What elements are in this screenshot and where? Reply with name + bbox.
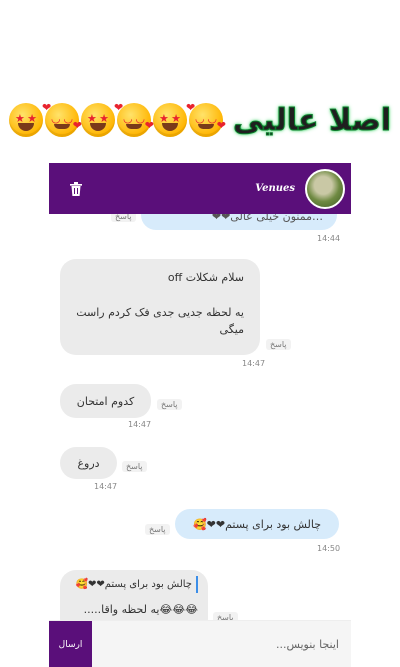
message-text: یه لحظه جدیی جدی فک کردم راست میگی	[76, 306, 244, 336]
message-text: …ممنون خیلی عالی❤❤	[211, 214, 323, 223]
hearts-face-emoji-icon: ◡ ◡ ❤ ❤	[186, 101, 226, 137]
message-time: 14:50	[317, 544, 341, 553]
message-list[interactable]: …ممنون خیلی عالی❤❤ پاسخ 14:44 سلام شکلات…	[49, 214, 351, 620]
reply-button[interactable]: پاسخ	[145, 524, 170, 535]
message-text: دروغ	[77, 456, 100, 470]
hearts-face-emoji-icon: ◡ ◡ ❤ ❤	[42, 101, 82, 137]
reply-button[interactable]: پاسخ	[266, 339, 291, 350]
message-time: 14:47	[94, 482, 118, 491]
star-eyes-emoji-icon: ★ ★	[80, 103, 115, 137]
star-eyes-emoji-icon: ★ ★	[152, 103, 187, 137]
message-bubble-incoming[interactable]: چالش بود برای پستم❤❤🥰 😂😂😂یه لحظه واقا...…	[60, 570, 208, 620]
reply-button[interactable]: پاسخ	[122, 461, 147, 472]
message-time: 14:44	[317, 234, 341, 243]
chat-header: Venues	[49, 163, 351, 214]
contact-name: Venues	[255, 183, 295, 194]
message-text: 😂😂😂یه لحظه واقا.....	[83, 603, 198, 616]
message-time: 14:47	[242, 359, 266, 368]
quoted-message[interactable]: چالش بود برای پستم❤❤🥰	[70, 576, 198, 593]
reply-button[interactable]: پاسخ	[213, 612, 238, 620]
hearts-face-emoji-icon: ◡ ◡ ❤ ❤	[114, 101, 154, 137]
message-bubble-incoming[interactable]: دروغ	[60, 447, 117, 479]
trash-icon-glyph	[70, 181, 82, 196]
chat-window: Venues …ممنون خیلی عالی❤❤ پاسخ 14:44 سلا…	[49, 163, 351, 667]
send-button[interactable]: ارسال	[49, 621, 92, 667]
message-input[interactable]	[92, 621, 351, 667]
caption-text: اصلا عالیی	[232, 102, 392, 138]
message-bubble-incoming[interactable]: کدوم امتحان	[60, 384, 151, 418]
message-text: کدوم امتحان	[76, 394, 135, 408]
caption-overlay: اصلا عالیی ★ ★ ◡ ◡ ❤ ❤ ★ ★ ◡ ◡ ❤ ❤ ★ ★ ◡ ◡ ❤ ❤	[0, 92, 400, 148]
message-text: سلام شکلات off	[167, 271, 244, 284]
reply-button[interactable]: پاسخ	[111, 214, 136, 222]
message-bubble-incoming[interactable]: سلام شکلات off یه لحظه جدیی جدی فک کردم …	[60, 259, 260, 355]
trash-icon[interactable]	[61, 174, 91, 204]
message-composer: ارسال	[49, 620, 351, 667]
message-text: چالش بود برای پستم❤❤🥰	[192, 517, 322, 531]
message-bubble-outgoing[interactable]: …ممنون خیلی عالی❤❤	[141, 214, 337, 230]
quoted-text: چالش بود برای پستم❤❤🥰	[75, 579, 192, 590]
reply-button[interactable]: پاسخ	[157, 399, 182, 410]
emoji-row: ★ ★ ◡ ◡ ❤ ❤ ★ ★ ◡ ◡ ❤ ❤ ★ ★ ◡ ◡ ❤ ❤	[8, 101, 226, 137]
star-eyes-emoji-icon: ★ ★	[8, 103, 43, 137]
header-contact[interactable]: Venues	[255, 168, 345, 209]
message-bubble-outgoing[interactable]: چالش بود برای پستم❤❤🥰	[175, 509, 339, 539]
avatar[interactable]	[305, 168, 345, 209]
message-time: 14:47	[128, 420, 152, 429]
